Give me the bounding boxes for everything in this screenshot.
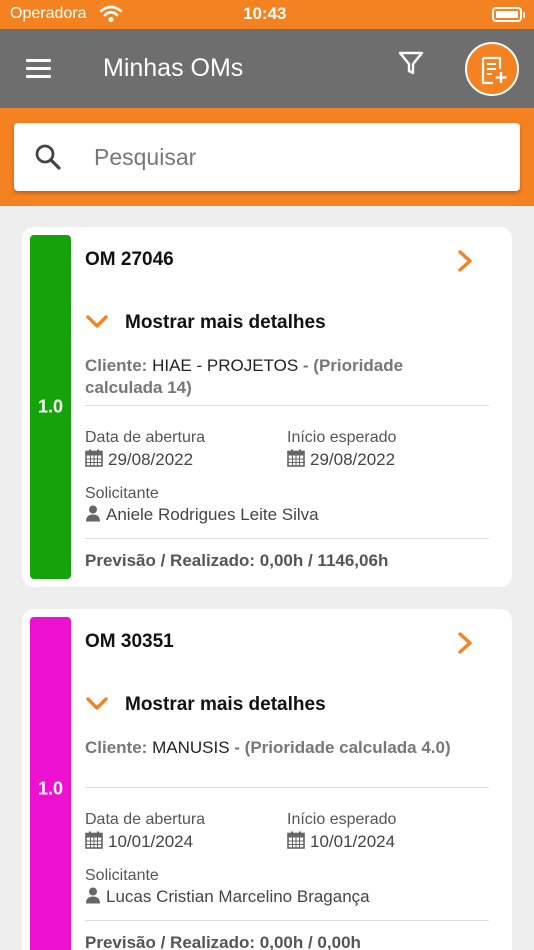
chevron-down-icon: [86, 697, 108, 710]
opening-date-value: 10/01/2024: [108, 832, 194, 851]
forecast-realized: Previsão / Realizado: 0,00h / 1146,06h: [85, 551, 389, 570]
expected-start-label: Início esperado: [287, 429, 397, 446]
divider: [85, 405, 489, 406]
requester: Lucas Cristian Marcelino Bragança: [85, 887, 370, 907]
client-name: MANUSIS: [152, 738, 230, 757]
add-om-button[interactable]: [465, 42, 519, 96]
requester-label: Solicitante: [85, 867, 159, 884]
user-icon: [86, 887, 100, 904]
search-box[interactable]: [14, 123, 520, 191]
client-label: Cliente:: [85, 356, 148, 375]
calendar-icon: [287, 449, 305, 467]
show-details-label: Mostrar mais detalhes: [125, 312, 326, 333]
search-icon: [35, 144, 61, 170]
battery-icon: [492, 7, 525, 22]
filter-icon[interactable]: [397, 49, 425, 77]
expected-start: 29/08/2022: [287, 449, 395, 470]
status-bar: Operadora 10:43: [0, 0, 534, 29]
menu-button[interactable]: [24, 56, 54, 82]
om-card[interactable]: 1.0 OM 27046 Mostrar mais detalhes Clien…: [22, 227, 512, 587]
calendar-icon: [85, 449, 103, 467]
search-section: [0, 108, 534, 206]
show-details-label: Mostrar mais detalhes: [125, 694, 326, 715]
chevron-down-icon: [86, 315, 108, 328]
divider: [85, 787, 489, 788]
client-name: HIAE - PROJETOS: [152, 356, 299, 375]
chevron-right-icon[interactable]: [454, 631, 476, 655]
priority-bar: 1.0: [30, 235, 71, 579]
carrier-name: Operadora: [10, 5, 87, 22]
requester-label: Solicitante: [85, 485, 159, 502]
app-bar: Minhas OMs: [0, 29, 534, 108]
opening-date: 10/01/2024: [85, 831, 193, 852]
search-input[interactable]: [94, 137, 494, 177]
client-label: Cliente:: [85, 738, 148, 757]
expected-start-value: 29/08/2022: [310, 450, 396, 469]
opening-date-value: 29/08/2022: [108, 450, 194, 469]
expected-start-label: Início esperado: [287, 811, 397, 828]
add-om-icon: [481, 56, 507, 85]
om-card[interactable]: 1.0 OM 30351 Mostrar mais detalhes Clien…: [22, 609, 512, 950]
clock: 10:43: [243, 4, 287, 23]
client-info: Cliente: HIAE - PROJETOS - (Prioridade c…: [85, 355, 485, 399]
user-icon: [86, 505, 100, 522]
page-title: Minhas OMs: [103, 54, 244, 82]
requester-name: Aniele Rodrigues Leite Silva: [106, 505, 319, 524]
om-number: OM 30351: [85, 631, 174, 652]
calendar-icon: [287, 831, 305, 849]
opening-date: 29/08/2022: [85, 449, 193, 470]
priority-label: 1.0: [37, 396, 64, 417]
forecast-realized: Previsão / Realizado: 0,00h / 0,00h: [85, 933, 361, 950]
priority-bar: 1.0: [30, 617, 71, 950]
divider: [85, 538, 489, 539]
calendar-icon: [85, 831, 103, 849]
expected-start: 10/01/2024: [287, 831, 395, 852]
requester: Aniele Rodrigues Leite Silva: [85, 505, 319, 525]
wifi-icon: [100, 5, 122, 23]
chevron-right-icon[interactable]: [454, 249, 476, 273]
divider: [85, 920, 489, 921]
client-info: Cliente: MANUSIS - (Prioridade calculada…: [85, 737, 485, 759]
om-number: OM 27046: [85, 249, 174, 270]
client-priority: - (Prioridade calculada 4.0): [234, 738, 451, 757]
expected-start-value: 10/01/2024: [310, 832, 396, 851]
requester-name: Lucas Cristian Marcelino Bragança: [106, 887, 370, 906]
opening-date-label: Data de abertura: [85, 811, 206, 828]
priority-label: 1.0: [37, 778, 64, 799]
opening-date-label: Data de abertura: [85, 429, 206, 446]
menu-icon: [26, 59, 51, 62]
